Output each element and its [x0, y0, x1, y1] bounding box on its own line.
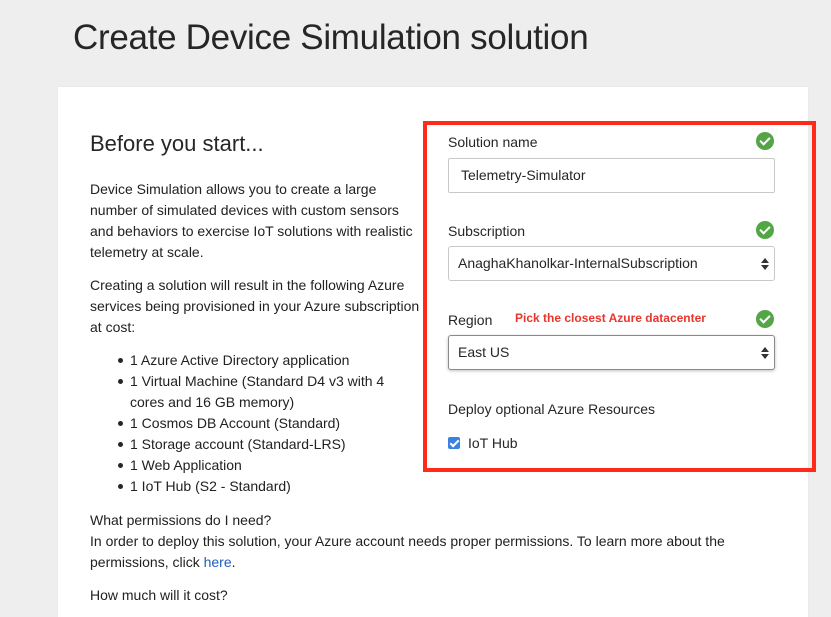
select-updown-icon — [761, 257, 769, 271]
subscription-valid-check-icon — [756, 221, 774, 239]
page-title: Create Device Simulation solution — [73, 18, 589, 57]
solution-name-label: Solution name — [448, 134, 538, 150]
permissions-answer: In order to deploy this solution, your A… — [90, 531, 750, 573]
list-item: 1 Storage account (Standard-LRS) — [90, 434, 410, 455]
region-select[interactable]: East US — [448, 335, 775, 370]
services-list: 1 Azure Active Directory application 1 V… — [90, 350, 410, 497]
permissions-answer-period: . — [231, 554, 236, 570]
permissions-question: What permissions do I need? — [90, 512, 272, 528]
intro-paragraph: Device Simulation allows you to create a… — [90, 181, 413, 260]
optional-resources-heading: Deploy optional Azure Resources — [448, 401, 656, 417]
list-item: 1 Azure Active Directory application — [90, 350, 410, 371]
region-hint-annotation: Pick the closest Azure datacenter — [515, 311, 706, 325]
list-item: 1 Virtual Machine (Standard D4 v3 with 4… — [90, 371, 410, 413]
subscription-selected-value: AnaghaKhanolkar-InternalSubscription — [458, 255, 698, 271]
iot-hub-checkbox[interactable] — [448, 437, 460, 449]
select-updown-icon — [761, 346, 769, 360]
list-item: 1 IoT Hub (S2 - Standard) — [90, 476, 410, 497]
provisioning-paragraph: Creating a solution will result in the f… — [90, 277, 420, 335]
iot-hub-checkbox-label[interactable]: IoT Hub — [468, 435, 518, 451]
region-valid-check-icon — [756, 310, 774, 328]
subscription-select[interactable]: AnaghaKhanolkar-InternalSubscription — [448, 246, 775, 281]
solution-name-input[interactable]: Telemetry-Simulator — [448, 158, 775, 193]
list-item: 1 Web Application — [90, 455, 410, 476]
list-item: 1 Cosmos DB Account (Standard) — [90, 413, 410, 434]
permissions-here-link[interactable]: here — [204, 554, 232, 570]
permissions-answer-text: In order to deploy this solution, your A… — [90, 533, 725, 570]
subscription-label: Subscription — [448, 223, 526, 239]
before-you-start-heading: Before you start... — [90, 131, 264, 156]
region-selected-value: East US — [458, 344, 510, 360]
region-label: Region — [448, 312, 493, 328]
solution-name-valid-check-icon — [756, 132, 774, 150]
